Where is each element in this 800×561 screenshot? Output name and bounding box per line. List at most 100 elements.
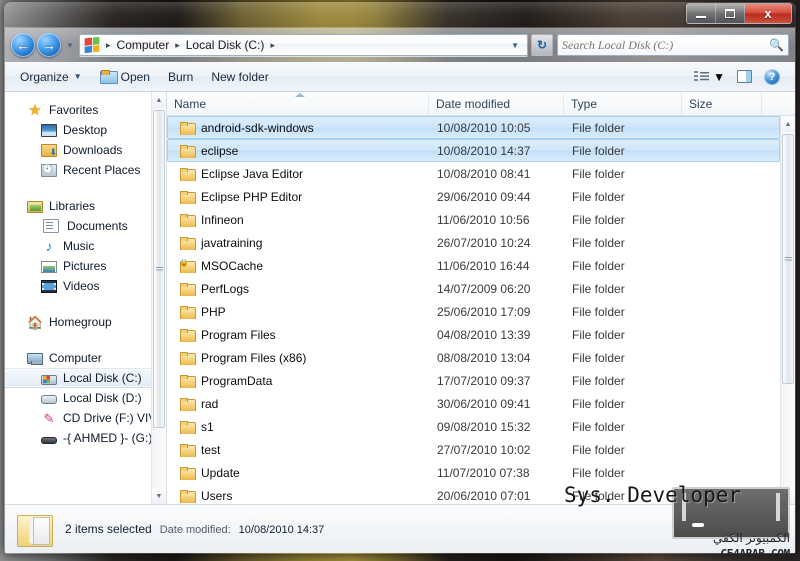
table-row[interactable]: javatraining 26/07/2010 10:24 File folder (167, 231, 780, 254)
sidebar-item-videos[interactable]: Videos (5, 276, 166, 296)
recent-pages-button[interactable]: ▼ (63, 41, 77, 50)
folder-icon (180, 305, 196, 319)
table-row[interactable]: Update 11/07/2010 07:38 File folder (167, 461, 780, 484)
cell-date-modified: 30/06/2010 09:41 (437, 396, 531, 411)
cell-name: javatraining (168, 236, 430, 250)
table-row[interactable]: Infineon 11/06/2010 10:56 File folder (167, 208, 780, 231)
table-row[interactable]: ProgramData 17/07/2010 09:37 File folder (167, 369, 780, 392)
file-name-label: PHP (201, 304, 226, 319)
sidebar-item-ahmed-g[interactable]: -{ AHMED }- (G:) (5, 428, 166, 448)
file-name-label: s1 (201, 419, 214, 434)
table-row[interactable]: eclipse 10/08/2010 14:37 File folder (167, 139, 780, 162)
column-label-size: Size (689, 96, 713, 111)
file-name-label: android-sdk-windows (201, 120, 314, 135)
cell-name: Eclipse PHP Editor (168, 190, 430, 204)
table-row[interactable]: PerfLogs 14/07/2009 06:20 File folder (167, 277, 780, 300)
filelist-scroll-thumb[interactable] (782, 134, 794, 384)
navpane-scrollbar[interactable]: ▲ ▼ (151, 92, 166, 504)
sidebar-item-computer[interactable]: Computer (5, 348, 166, 368)
forward-button[interactable]: → (37, 33, 61, 57)
maximize-button[interactable] (716, 4, 745, 23)
sidebar-item-pictures[interactable]: Pictures (5, 256, 166, 276)
column-header-size[interactable]: Size (682, 92, 762, 115)
folder-icon (180, 213, 196, 227)
address-bar[interactable]: ▸ Computer ▸ Local Disk (C:) ▸ ▼ (79, 34, 528, 56)
column-header-date-modified[interactable]: Date modified (429, 92, 564, 115)
organize-button[interactable]: Organize ▼ (11, 65, 91, 89)
scroll-up-icon[interactable]: ▲ (152, 92, 166, 108)
filelist-scrollbar[interactable]: ▲ ▼ (780, 116, 795, 504)
help-button[interactable]: ? (759, 66, 785, 88)
sidebar-item-libraries[interactable]: Libraries (5, 196, 166, 216)
status-bar: 2 items selected Date modified: 10/08/20… (5, 504, 795, 553)
sidebar-item-local-disk-c[interactable]: Local Disk (C:) (5, 368, 166, 388)
sidebar-item-desktop[interactable]: Desktop (5, 120, 166, 140)
burn-button[interactable]: Burn (159, 65, 202, 89)
change-view-button[interactable]: ▼ (689, 67, 730, 87)
cell-type: File folder (572, 327, 625, 342)
documents-icon (43, 219, 59, 233)
sidebar-item-label: Local Disk (D:) (63, 391, 142, 405)
sidebar-item-homegroup[interactable]: 🏠 Homegroup (5, 312, 166, 332)
column-header-name[interactable]: Name (167, 92, 429, 115)
table-row[interactable]: test 27/07/2010 10:02 File folder (167, 438, 780, 461)
breadcrumb-local-disk-c[interactable]: Local Disk (C:) (183, 36, 268, 54)
column-header-type[interactable]: Type (564, 92, 682, 115)
cell-name: ProgramData (168, 374, 430, 388)
minimize-button[interactable] (687, 4, 716, 23)
search-input[interactable] (562, 37, 770, 53)
sidebar-item-documents[interactable]: Documents (5, 216, 166, 236)
scroll-down-icon[interactable]: ▼ (152, 488, 166, 504)
computer-icon (27, 353, 43, 365)
table-row[interactable]: Eclipse PHP Editor 29/06/2010 09:44 File f… (167, 185, 780, 208)
sidebar-item-label: Videos (63, 279, 100, 293)
file-list-pane: Name Date modified Type Size android-sdk… (167, 92, 795, 504)
scroll-up-icon[interactable]: ▲ (781, 116, 795, 132)
table-row[interactable]: Program Files 04/08/2010 13:39 File folder (167, 323, 780, 346)
cell-date-modified: 11/06/2010 16:44 (437, 258, 530, 273)
table-row[interactable]: Program Files (x86) 08/08/2010 13:04 File … (167, 346, 780, 369)
table-row[interactable]: Eclipse Java Editor 10/08/2010 08:41 File … (167, 162, 780, 185)
navigation-pane-tree: ★ Favorites Desktop Downloads Recent Places L… (5, 92, 166, 448)
sidebar-item-cd-drive-f-viva[interactable]: ✎ CD Drive (F:) VIVA (5, 408, 166, 428)
back-button[interactable]: ← (11, 33, 35, 57)
sidebar-item-label: Computer (49, 351, 102, 365)
table-row[interactable]: Users 20/06/2010 07:01 File folder (167, 484, 780, 504)
scroll-down-icon[interactable]: ▼ (781, 488, 795, 504)
breadcrumb-separator-0: ▸ (106, 39, 111, 50)
status-date-value: 10/08/2010 14:37 (238, 524, 325, 536)
sidebar-item-music[interactable]: ♪ Music (5, 236, 166, 256)
column-label-name: Name (174, 96, 207, 111)
address-dropdown-icon[interactable]: ▼ (505, 41, 525, 50)
cell-type: File folder (572, 419, 625, 434)
view-list-icon (694, 70, 710, 83)
breadcrumb-computer[interactable]: Computer (114, 36, 173, 54)
search-box[interactable]: 🔍 (557, 34, 789, 56)
sidebar-item-local-disk-d[interactable]: Local Disk (D:) (5, 388, 166, 408)
title-bar[interactable]: x (4, 2, 796, 28)
sidebar-item-downloads[interactable]: Downloads (5, 140, 166, 160)
cell-date-modified: 09/08/2010 15:32 (437, 419, 531, 434)
refresh-button[interactable]: ↻ (531, 34, 553, 56)
search-icon[interactable]: 🔍 (769, 38, 784, 52)
table-row[interactable]: android-sdk-windows 10/08/2010 10:05 File … (167, 116, 780, 139)
breadcrumb-separator-2[interactable]: ▸ (267, 40, 278, 51)
chevron-down-icon: ▼ (713, 69, 725, 84)
sidebar-item-recent-places[interactable]: Recent Places (5, 160, 166, 180)
new-folder-button[interactable]: New folder (202, 65, 277, 89)
open-button[interactable]: Open (91, 65, 159, 89)
preview-pane-button[interactable] (732, 67, 757, 86)
table-row[interactable]: s1 09/08/2010 15:32 File folder (167, 415, 780, 438)
folder-icon (180, 489, 196, 503)
cell-type: File folder (572, 120, 625, 135)
folder-icon (180, 397, 196, 411)
sidebar-item-favorites[interactable]: ★ Favorites (5, 100, 166, 120)
table-row[interactable]: rad 30/06/2010 09:41 File folder (167, 392, 780, 415)
cell-date-modified: 29/06/2010 09:44 (437, 189, 531, 204)
close-button[interactable]: x (745, 4, 791, 23)
table-row[interactable]: PHP 25/06/2010 17:09 File folder (167, 300, 780, 323)
navpane-scroll-thumb[interactable] (153, 110, 165, 428)
nav-group-spacer (5, 300, 166, 312)
table-row[interactable]: MSOCache 11/06/2010 16:44 File folder (167, 254, 780, 277)
folder-details-icon (17, 512, 53, 547)
